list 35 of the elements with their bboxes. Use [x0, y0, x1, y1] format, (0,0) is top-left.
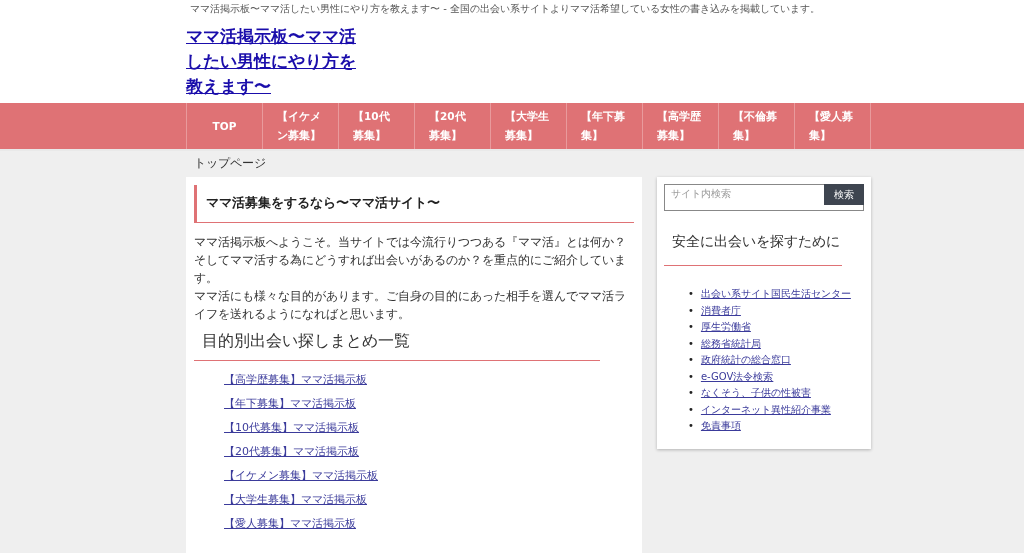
section-heading: 目的別出会い探しまとめ一覧 [194, 331, 600, 361]
bullet: • [688, 336, 694, 351]
sidebar-link[interactable]: 消費者庁 [700, 302, 741, 319]
article-link[interactable]: 【20代募集】ママ活掲示板 [224, 443, 359, 461]
sidebar-link[interactable]: 総務省統計局 [700, 335, 761, 352]
search-button[interactable]: 検索 [824, 184, 864, 205]
bullet: • [688, 402, 694, 417]
bullet: • [688, 320, 694, 334]
paragraph: ママ活掲示板へようこそ。当サイトでは今流行りつつある『ママ活』とは何か？そしてママ活する為にどうすれば出会いがあるのか？を重点的にご紹介しています。 [194, 234, 627, 287]
site-tagline: ママ活掲示板〜ママ活したい男性にやり方を教えます〜 - 全国の出会い系サイトよりママ活希望している女性の書き込みを掲載しています。 [189, 2, 821, 16]
sidebar-link[interactable]: 政府統計の総合窓口 [700, 352, 791, 369]
article-link[interactable]: 【10代募集】ママ活掲示板 [224, 419, 359, 437]
paragraph: ママ活にも様々な目的があります。ご自身の目的にあった相手を選んでママ活ライフを送れるようになればと思います。 [194, 288, 627, 323]
article-link[interactable]: 【イケメン募集】ママ活掲示板 [224, 467, 378, 485]
bullet: • [688, 369, 694, 384]
breadcrumb[interactable]: トップページ [194, 156, 266, 170]
site-title[interactable]: ママ活掲示板〜ママ活したい男性にやり方を教えます〜 [186, 24, 356, 99]
search-field[interactable]: サイト内検索 検索 [664, 184, 864, 211]
article-link[interactable]: 【大学生募集】ママ活掲示板 [224, 491, 367, 509]
sidebar-link[interactable]: 厚生労働省 [700, 319, 751, 336]
bullet: • [688, 353, 694, 367]
bullet: • [688, 419, 694, 433]
sidebar-link[interactable]: e-GOV法令検索 [700, 368, 774, 385]
article-link[interactable]: 【年下募集】ママ活掲示板 [224, 395, 356, 413]
sidebar-link[interactable]: 出会い系サイト国民生活センター [700, 286, 851, 303]
sidebar-link[interactable]: インターネット異性紹介事業 [700, 401, 831, 418]
article-link[interactable]: 【愛人募集】ママ活掲示板 [224, 515, 356, 533]
sidebar-link[interactable]: なくそう、子供の性被害 [700, 385, 811, 402]
sidebar-heading: 安全に出会いを探すために [664, 211, 842, 266]
bullet: • [688, 287, 694, 301]
article-heading: ママ活募集をするなら〜ママ活サイト〜 [194, 185, 634, 223]
article-link[interactable]: 【高学歴募集】ママ活掲示板 [224, 371, 367, 389]
sidebar-link[interactable]: 免責事項 [700, 418, 741, 435]
bullet: • [688, 386, 694, 400]
bullet: • [688, 303, 694, 318]
